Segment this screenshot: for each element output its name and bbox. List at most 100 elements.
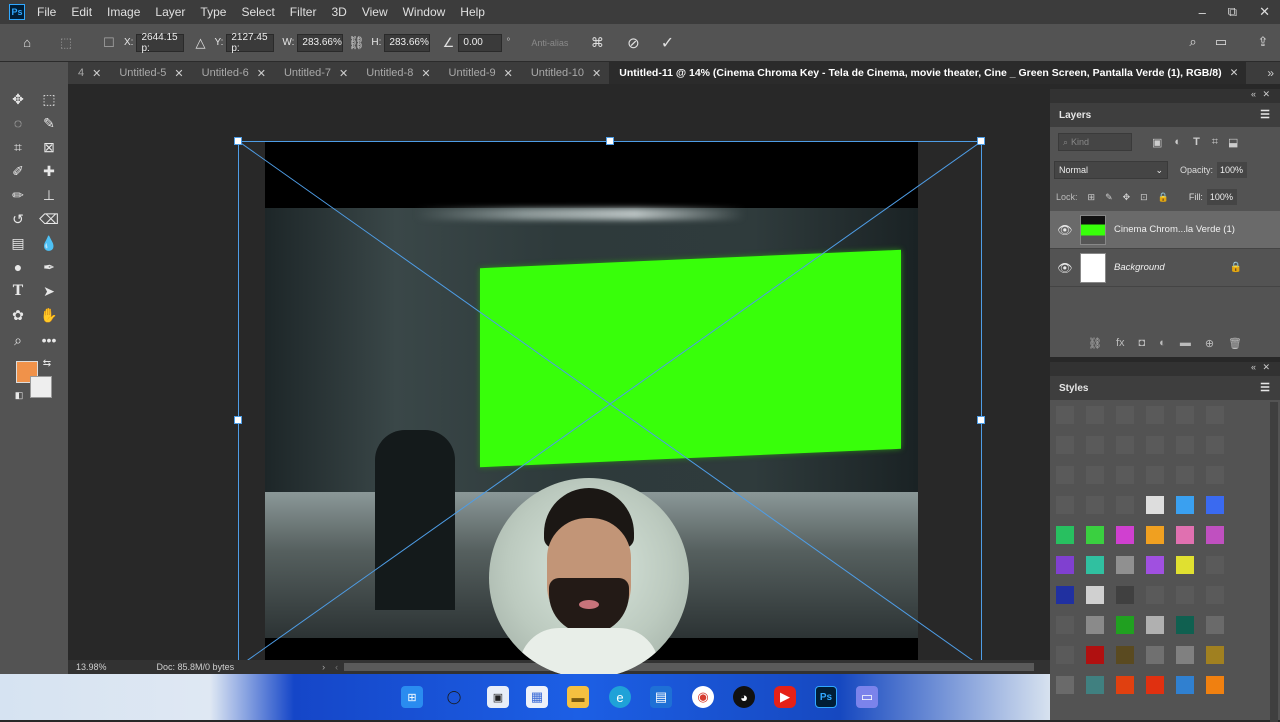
close-tab-icon[interactable]: ✕ <box>504 67 513 80</box>
fx-icon[interactable]: fx <box>1116 337 1125 349</box>
tab-untitled-7[interactable]: Untitled-7 ✕ <box>274 62 356 84</box>
lock-position-icon[interactable]: ✥ <box>1123 192 1131 203</box>
new-group-icon[interactable]: ▬ <box>1180 337 1191 349</box>
youtube-icon[interactable]: ▶ <box>774 686 796 708</box>
crop-tool-icon[interactable]: ⌗ <box>7 136 29 158</box>
style-swatch[interactable] <box>1146 406 1164 424</box>
collapse-panel-icon[interactable]: « <box>1251 362 1256 372</box>
menu-select[interactable]: Select <box>241 5 274 19</box>
lasso-tool-icon[interactable]: ◌ <box>7 112 29 134</box>
horizontal-scrollbar[interactable] <box>344 663 1035 671</box>
search-icon[interactable]: ◯ <box>443 686 465 708</box>
pen-tool-icon[interactable]: ✒ <box>38 256 60 278</box>
style-swatch[interactable] <box>1116 406 1134 424</box>
background-color-swatch[interactable] <box>30 376 52 398</box>
share-icon[interactable]: ⇪ <box>1255 34 1271 50</box>
layer-name[interactable]: Cinema Chrom...la Verde (1) <box>1114 224 1235 235</box>
healing-brush-tool-icon[interactable]: ✚ <box>38 160 60 182</box>
gradient-tool-icon[interactable]: ▤ <box>7 232 29 254</box>
close-tab-icon[interactable]: ✕ <box>1230 67 1239 79</box>
style-swatch[interactable] <box>1146 496 1164 514</box>
close-tab-icon[interactable]: ✕ <box>174 67 183 80</box>
style-swatch[interactable] <box>1206 526 1224 544</box>
close-window-button[interactable]: ✕ <box>1259 4 1270 20</box>
teams-icon[interactable]: ▭ <box>856 686 878 708</box>
style-swatch[interactable] <box>1116 496 1134 514</box>
panel-menu-icon[interactable]: ☰ <box>1260 108 1270 121</box>
edge-icon[interactable]: e <box>609 686 631 708</box>
style-swatch[interactable] <box>1116 646 1134 664</box>
frame-tool-icon[interactable]: ⊠ <box>38 136 60 158</box>
tab-untitled-11[interactable]: Untitled-11 @ 14% (Cinema Chroma Key - T… <box>609 62 1247 84</box>
menu-edit[interactable]: Edit <box>71 5 92 19</box>
type-tool-icon[interactable]: T <box>7 280 29 302</box>
style-swatch[interactable] <box>1206 646 1224 664</box>
close-panel-icon[interactable]: ✕ <box>1262 89 1270 100</box>
lock-all-icon[interactable]: 🔒 <box>1158 192 1169 203</box>
tab-untitled-6[interactable]: Untitled-6 ✕ <box>192 62 274 84</box>
layer-row[interactable]: 👁 Cinema Chrom...la Verde (1) <box>1050 211 1280 249</box>
history-brush-tool-icon[interactable]: ↺ <box>7 208 29 230</box>
collapse-panel-icon[interactable]: « <box>1251 89 1256 99</box>
tabs-overflow-icon[interactable]: » <box>1267 66 1274 80</box>
dodge-tool-icon[interactable]: ● <box>7 256 29 278</box>
transform-handle-top-left[interactable] <box>234 137 242 145</box>
brush-tool-icon[interactable]: ✏ <box>7 184 29 206</box>
cancel-transform-icon[interactable]: ⊘ <box>625 34 641 52</box>
x-position-field[interactable]: 2644.15 p: <box>136 32 185 54</box>
style-swatch[interactable] <box>1086 466 1104 484</box>
close-tab-icon[interactable]: ✕ <box>92 67 101 80</box>
filter-adjustment-icon[interactable]: ◐ <box>1174 136 1181 148</box>
visibility-eye-icon[interactable]: 👁 <box>1050 223 1080 237</box>
default-colors-icon[interactable]: ◧ <box>12 388 26 402</box>
anti-alias-checkbox[interactable]: Anti-alias <box>531 38 568 48</box>
style-swatch[interactable] <box>1206 496 1224 514</box>
style-swatch[interactable] <box>1146 436 1164 454</box>
close-tab-icon[interactable]: ✕ <box>421 67 430 80</box>
style-swatch[interactable] <box>1056 526 1074 544</box>
menu-view[interactable]: View <box>362 5 388 19</box>
style-swatch[interactable] <box>1206 436 1224 454</box>
style-swatch[interactable] <box>1116 526 1134 544</box>
style-swatch[interactable] <box>1116 556 1134 574</box>
delta-icon[interactable]: △ <box>194 35 206 51</box>
menu-filter[interactable]: Filter <box>290 5 317 19</box>
eraser-tool-icon[interactable]: ⌫ <box>38 208 60 230</box>
style-swatch[interactable] <box>1146 586 1164 604</box>
eyedropper-tool-icon[interactable]: ✐ <box>7 160 29 182</box>
path-selection-tool-icon[interactable]: ➤ <box>38 280 60 302</box>
clone-stamp-tool-icon[interactable]: ⊥ <box>38 184 60 206</box>
close-tab-icon[interactable]: ✕ <box>257 67 266 80</box>
layer-row[interactable]: 👁 Background 🔒 <box>1050 249 1280 287</box>
style-swatch[interactable] <box>1206 406 1224 424</box>
hand-tool-icon[interactable]: ✋ <box>38 304 60 326</box>
lock-transparent-icon[interactable]: ⊞ <box>1088 192 1096 203</box>
home-icon[interactable]: ⌂ <box>18 35 36 50</box>
menu-file[interactable]: File <box>37 5 56 19</box>
lock-pixels-icon[interactable]: ✎ <box>1105 192 1113 203</box>
style-swatch[interactable] <box>1086 436 1104 454</box>
style-swatch[interactable] <box>1056 646 1074 664</box>
visibility-eye-icon[interactable]: 👁 <box>1050 261 1080 275</box>
add-mask-icon[interactable]: ◘ <box>1139 337 1146 349</box>
style-swatch[interactable] <box>1086 526 1104 544</box>
menu-type[interactable]: Type <box>200 5 226 19</box>
style-swatch[interactable] <box>1056 406 1074 424</box>
style-swatch[interactable] <box>1056 676 1074 694</box>
github-icon[interactable]: ◕ <box>733 686 755 708</box>
close-panel-icon[interactable]: ✕ <box>1262 362 1270 373</box>
tab-untitled-9[interactable]: Untitled-9 ✕ <box>439 62 521 84</box>
style-swatch[interactable] <box>1176 466 1194 484</box>
tab-untitled-10[interactable]: Untitled-10 ✕ <box>521 62 609 84</box>
fill-field[interactable]: 100% <box>1206 189 1237 205</box>
style-swatch[interactable] <box>1056 586 1074 604</box>
kind-filter-select[interactable]: ⌕ Kind <box>1058 133 1132 151</box>
panel-menu-icon[interactable]: ☰ <box>1260 381 1270 394</box>
style-swatch[interactable] <box>1176 496 1194 514</box>
style-swatch[interactable] <box>1086 586 1104 604</box>
commit-transform-icon[interactable]: ✓ <box>659 33 675 53</box>
tab-untitled-8[interactable]: Untitled-8 ✕ <box>356 62 438 84</box>
adjustment-layer-icon[interactable]: ◐ <box>1159 337 1166 349</box>
filter-shape-icon[interactable]: ⌗ <box>1212 136 1218 149</box>
style-swatch[interactable] <box>1146 646 1164 664</box>
